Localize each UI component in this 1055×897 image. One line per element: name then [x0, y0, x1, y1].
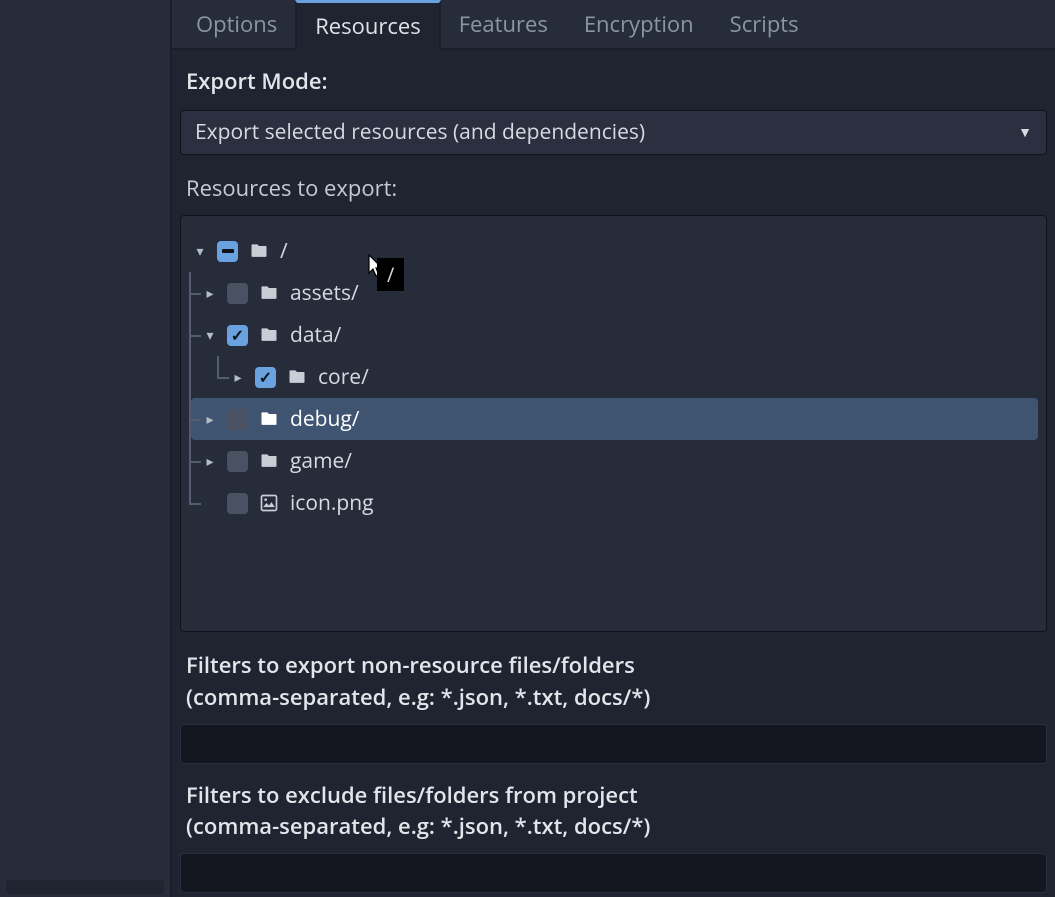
tree-item-assets[interactable]: ▸ assets/ — [191, 272, 1038, 314]
folder-icon — [258, 324, 280, 346]
tab-features[interactable]: Features — [441, 0, 566, 48]
tree-item-label: / — [280, 237, 288, 265]
expand-icon[interactable]: ▸ — [203, 452, 217, 471]
filters-exclude-label: Filters to exclude files/folders from pr… — [172, 768, 1055, 844]
tree-item-core[interactable]: ▸ core/ — [219, 356, 1038, 398]
tab-resources[interactable]: Resources — [295, 0, 441, 50]
expand-icon[interactable]: ▸ — [203, 284, 217, 303]
checkbox-unchecked[interactable] — [227, 409, 248, 430]
folder-icon — [258, 450, 280, 472]
export-mode-label: Export Mode: — [172, 50, 1055, 104]
tab-encryption[interactable]: Encryption — [566, 0, 712, 48]
expand-icon[interactable]: ▸ — [203, 410, 217, 429]
folder-icon — [286, 366, 308, 388]
tree-item-data[interactable]: ▾ data/ — [191, 314, 1038, 356]
tree-item-label: game/ — [290, 447, 352, 475]
expand-icon[interactable]: ▸ — [231, 368, 245, 387]
image-file-icon — [258, 492, 280, 514]
tree-item-game[interactable]: ▸ game/ — [191, 440, 1038, 482]
tab-scripts[interactable]: Scripts — [712, 0, 817, 48]
checkbox-unchecked[interactable] — [227, 493, 248, 514]
checkbox-mixed[interactable] — [217, 241, 238, 262]
chevron-down-icon: ▼ — [1018, 123, 1032, 142]
collapse-icon[interactable]: ▾ — [193, 242, 207, 261]
tree-item-label: core/ — [318, 363, 369, 391]
tab-options[interactable]: Options — [178, 0, 295, 48]
resources-tree[interactable]: ▾ / ▸ assets/ — [180, 215, 1047, 632]
checkbox-checked[interactable] — [255, 367, 276, 388]
filters-export-label: Filters to export non-resource files/fol… — [172, 638, 1055, 714]
collapse-icon[interactable]: ▾ — [203, 326, 217, 345]
tree-item-label: data/ — [290, 321, 341, 349]
tree-item-icon-png[interactable]: ▸ icon.png — [191, 482, 1038, 524]
checkbox-checked[interactable] — [227, 325, 248, 346]
tooltip: / — [377, 258, 404, 291]
filters-export-input[interactable] — [180, 724, 1047, 764]
export-mode-value: Export selected resources (and dependenc… — [195, 118, 645, 146]
export-mode-dropdown[interactable]: Export selected resources (and dependenc… — [180, 110, 1047, 156]
resources-to-export-label: Resources to export: — [172, 161, 1055, 209]
checkbox-unchecked[interactable] — [227, 283, 248, 304]
tree-item-label: assets/ — [290, 279, 359, 307]
left-sidebar — [0, 0, 172, 897]
main-panel: Options Resources Features Encryption Sc… — [172, 0, 1055, 897]
tab-bar: Options Resources Features Encryption Sc… — [172, 0, 1055, 50]
tree-item-root[interactable]: ▾ / — [189, 230, 1038, 272]
tree-item-label: icon.png — [290, 489, 374, 517]
folder-icon — [258, 282, 280, 304]
tree-item-debug[interactable]: ▸ debug/ — [191, 398, 1038, 440]
tree-item-label: debug/ — [290, 405, 359, 433]
folder-icon — [248, 240, 270, 262]
checkbox-unchecked[interactable] — [227, 451, 248, 472]
folder-icon — [258, 408, 280, 430]
filters-exclude-input[interactable] — [180, 853, 1047, 893]
